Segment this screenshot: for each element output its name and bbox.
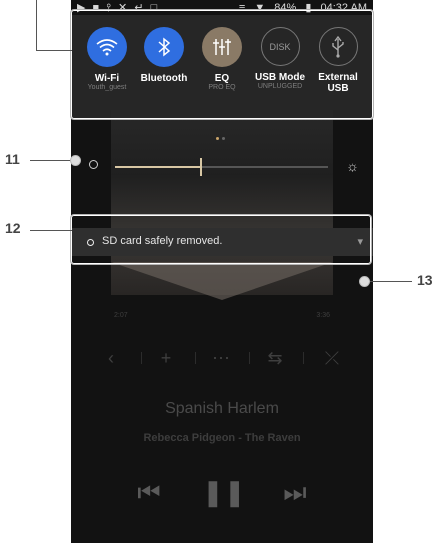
divider	[195, 352, 196, 364]
album-art-shape	[111, 262, 333, 300]
elapsed-time: 2:07	[114, 312, 128, 319]
brightness-high-icon: ☼	[346, 158, 359, 174]
add-icon[interactable]: +	[154, 347, 178, 369]
more-icon[interactable]: ⋯	[209, 347, 233, 369]
page-dot-active	[216, 137, 219, 140]
playback-controls: ⏮ ❚❚ ⏭	[71, 476, 373, 508]
brightness-slider[interactable]	[115, 158, 328, 176]
quick-settings-highlight	[71, 10, 373, 119]
brightness-fill	[115, 166, 201, 168]
shuffle-icon[interactable]: ⤫	[320, 347, 344, 369]
label-11: 11	[5, 151, 20, 167]
song-artist: Rebecca Pidgeon - The Raven	[143, 432, 301, 444]
secondary-controls: ‹ + ⋯ ⇆ ⤫	[71, 347, 373, 369]
previous-icon[interactable]: ⏮	[129, 476, 169, 508]
callout-line-13	[364, 281, 412, 282]
callout-line-12	[30, 230, 72, 231]
song-title: Spanish Harlem	[165, 400, 279, 417]
next-icon[interactable]: ⏭	[275, 476, 315, 508]
total-time: 3:36	[316, 312, 330, 319]
callout-line	[36, 0, 37, 50]
label-13: 13	[417, 272, 433, 288]
callout-line	[36, 50, 72, 51]
divider	[303, 352, 304, 364]
label-12: 12	[5, 220, 21, 236]
divider	[249, 352, 250, 364]
page-indicator	[216, 127, 228, 140]
repeat-icon[interactable]: ⇆	[263, 347, 287, 369]
brightness-row: ☼	[71, 155, 373, 176]
callout-dot-11	[70, 155, 81, 166]
divider	[141, 352, 142, 364]
callout-dot-13	[359, 276, 370, 287]
brightness-low-icon	[89, 160, 98, 169]
pause-icon[interactable]: ❚❚	[202, 476, 246, 508]
brightness-thumb[interactable]	[200, 158, 203, 176]
notification-highlight	[71, 215, 371, 264]
back-icon[interactable]: ‹	[99, 347, 123, 369]
page-dot	[222, 137, 225, 140]
callout-line-11	[30, 160, 73, 161]
